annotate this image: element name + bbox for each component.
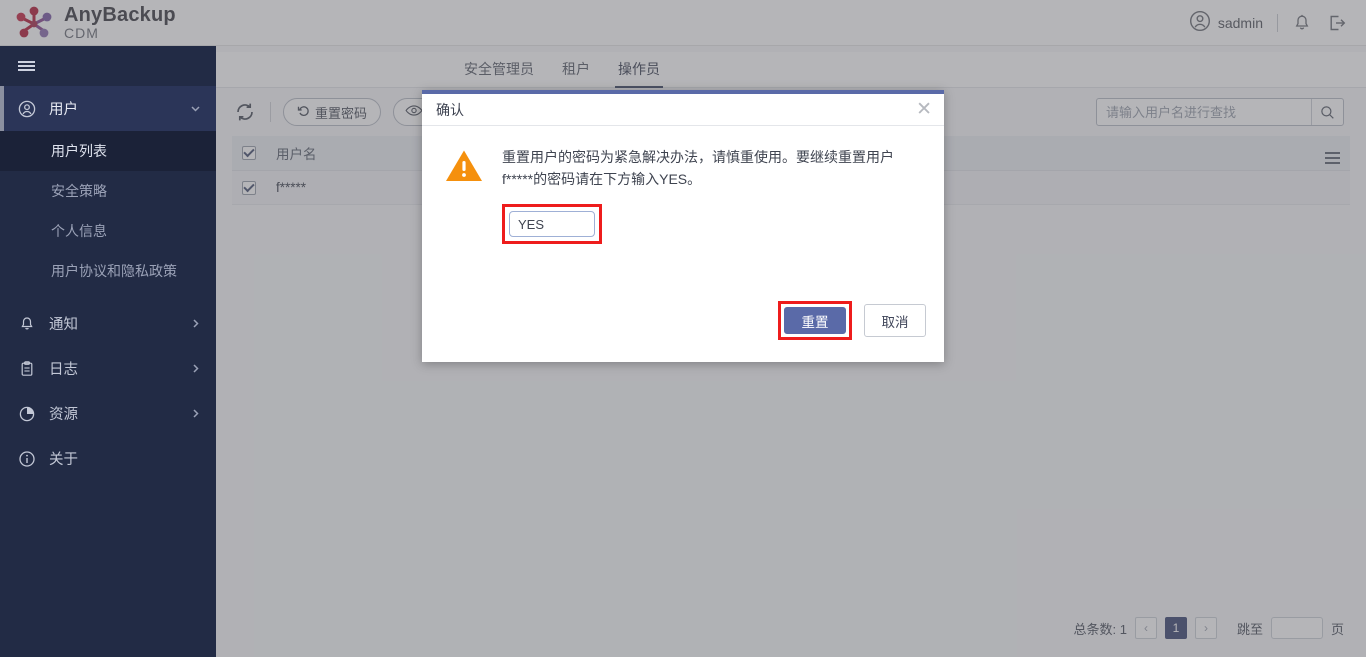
cancel-button[interactable]: 取消 (864, 304, 926, 337)
confirm-input-highlight (502, 204, 602, 244)
toolbar-divider (270, 102, 271, 122)
sidebar-item-label: 通知 (49, 317, 78, 333)
user-circle-icon (18, 100, 36, 118)
row-checkbox[interactable] (242, 180, 256, 195)
sidebar-item-label: 资源 (49, 407, 78, 423)
bell-icon[interactable] (1292, 13, 1312, 33)
sidebar-item-logs[interactable]: 日志 (0, 346, 216, 391)
jump-to-input[interactable] (1270, 617, 1323, 639)
logout-icon[interactable] (1326, 12, 1348, 34)
chevron-down-icon (189, 102, 202, 115)
chevron-right-icon (189, 317, 202, 330)
select-all-checkbox[interactable] (242, 146, 256, 161)
clipboard-icon (18, 360, 36, 378)
confirm-dialog: 确认 ✕ 重置用户的密码为紧急解决办法，请慎重使用。要继续重置用户 f*****… (422, 90, 944, 362)
dialog-header: 确认 ✕ (422, 94, 944, 126)
sidebar-item-users[interactable]: 用户 (0, 86, 216, 131)
jump-to-label: 跳至 (1236, 621, 1263, 637)
refresh-icon[interactable] (232, 99, 258, 125)
brand-name: AnyBackup (64, 3, 176, 26)
total-count-label: 总条数: 1 (1073, 621, 1127, 637)
sidebar-subnav-users: 用户列表 安全策略 个人信息 用户协议和隐私政策 (0, 131, 216, 291)
top-right-controls: sadmin (1189, 10, 1366, 35)
brand-subtitle: CDM (64, 24, 99, 41)
dialog-title: 确认 (436, 101, 464, 118)
sidebar-item-privacy-policy[interactable]: 用户协议和隐私政策 (0, 251, 216, 291)
app-root: AnyBackup CDM sadmin 安全管理员 租户 操作员 重置密码 请… (0, 0, 1366, 657)
user-circle-icon (1189, 10, 1211, 35)
row-select-cell (232, 170, 266, 205)
column-settings-cell (1315, 136, 1350, 171)
tab-bar: 安全管理员 租户 操作员 (216, 52, 1366, 88)
dialog-warning-row: 重置用户的密码为紧急解决办法，请慎重使用。要继续重置用户 f*****的密码请在… (444, 146, 920, 190)
current-user-name: sadmin (1217, 14, 1263, 31)
bell-icon (18, 315, 36, 333)
reset-password-label: 重置密码 (315, 105, 368, 121)
sidebar-item-label: 日志 (49, 362, 78, 378)
sidebar-collapse-hamburger-icon[interactable] (0, 46, 216, 86)
page-number-1[interactable]: 1 (1164, 617, 1187, 639)
sidebar-item-resources[interactable]: 资源 (0, 391, 216, 436)
tab-operator[interactable]: 操作员 (615, 59, 663, 88)
search-input[interactable] (1097, 99, 1311, 125)
dialog-footer: 重置 取消 (422, 301, 944, 362)
search-icon[interactable] (1311, 99, 1343, 125)
pie-chart-icon (18, 405, 36, 423)
brand-block: AnyBackup CDM (0, 4, 176, 42)
tab-security-admin[interactable]: 安全管理员 (464, 59, 534, 87)
info-icon (18, 450, 36, 468)
select-all-cell (232, 136, 266, 171)
column-settings-hamburger-icon[interactable] (1325, 151, 1340, 164)
sidebar-item-personal-info[interactable]: 个人信息 (0, 211, 216, 251)
eye-icon (405, 104, 423, 120)
page-unit-label: 页 (1330, 621, 1344, 637)
sidebar-item-about[interactable]: 关于 (0, 436, 216, 481)
undo-icon (297, 104, 310, 120)
confirm-reset-button[interactable]: 重置 (784, 307, 846, 334)
current-user[interactable]: sadmin (1189, 10, 1263, 35)
warning-triangle-icon (444, 148, 484, 189)
sidebar-foreground: 用户 用户列表 安全策略 个人信息 用户协议和隐私政策 通知 日志 资源 关于 (0, 46, 216, 657)
sidebar-visible: 用户 用户列表 安全策略 个人信息 用户协议和隐私政策 通知 日志 资源 关于 (0, 46, 216, 657)
next-page-button[interactable]: › (1194, 617, 1217, 639)
sidebar-item-notifications[interactable]: 通知 (0, 301, 216, 346)
brand-text: AnyBackup CDM (64, 3, 176, 41)
cell-row-actions (1315, 170, 1350, 205)
sidebar-item-user-list[interactable]: 用户列表 (0, 131, 216, 171)
molecule-logo-icon (14, 4, 54, 42)
sidebar-item-label: 关于 (49, 452, 78, 468)
dialog-body: 重置用户的密码为紧急解决办法，请慎重使用。要继续重置用户 f*****的密码请在… (422, 126, 944, 301)
tab-tenant[interactable]: 租户 (562, 59, 590, 87)
sidebar-item-label: 用户 (49, 102, 78, 118)
confirm-text-input[interactable] (509, 211, 595, 237)
reset-password-button[interactable]: 重置密码 (283, 98, 382, 126)
sidebar-item-security-policy[interactable]: 安全策略 (0, 171, 216, 211)
top-header-bar: AnyBackup CDM sadmin (0, 0, 1366, 46)
confirm-button-highlight: 重置 (778, 301, 852, 340)
prev-page-button[interactable]: ‹ (1134, 617, 1157, 639)
search-box (1096, 98, 1344, 126)
chevron-right-icon (189, 362, 202, 375)
header-divider (1277, 13, 1278, 32)
pagination: 总条数: 1 ‹ 1 › 跳至 页 (216, 617, 1366, 657)
chevron-right-icon (189, 407, 202, 420)
close-icon[interactable]: ✕ (916, 100, 932, 119)
dialog-message: 重置用户的密码为紧急解决办法，请慎重使用。要继续重置用户 f*****的密码请在… (502, 149, 894, 187)
